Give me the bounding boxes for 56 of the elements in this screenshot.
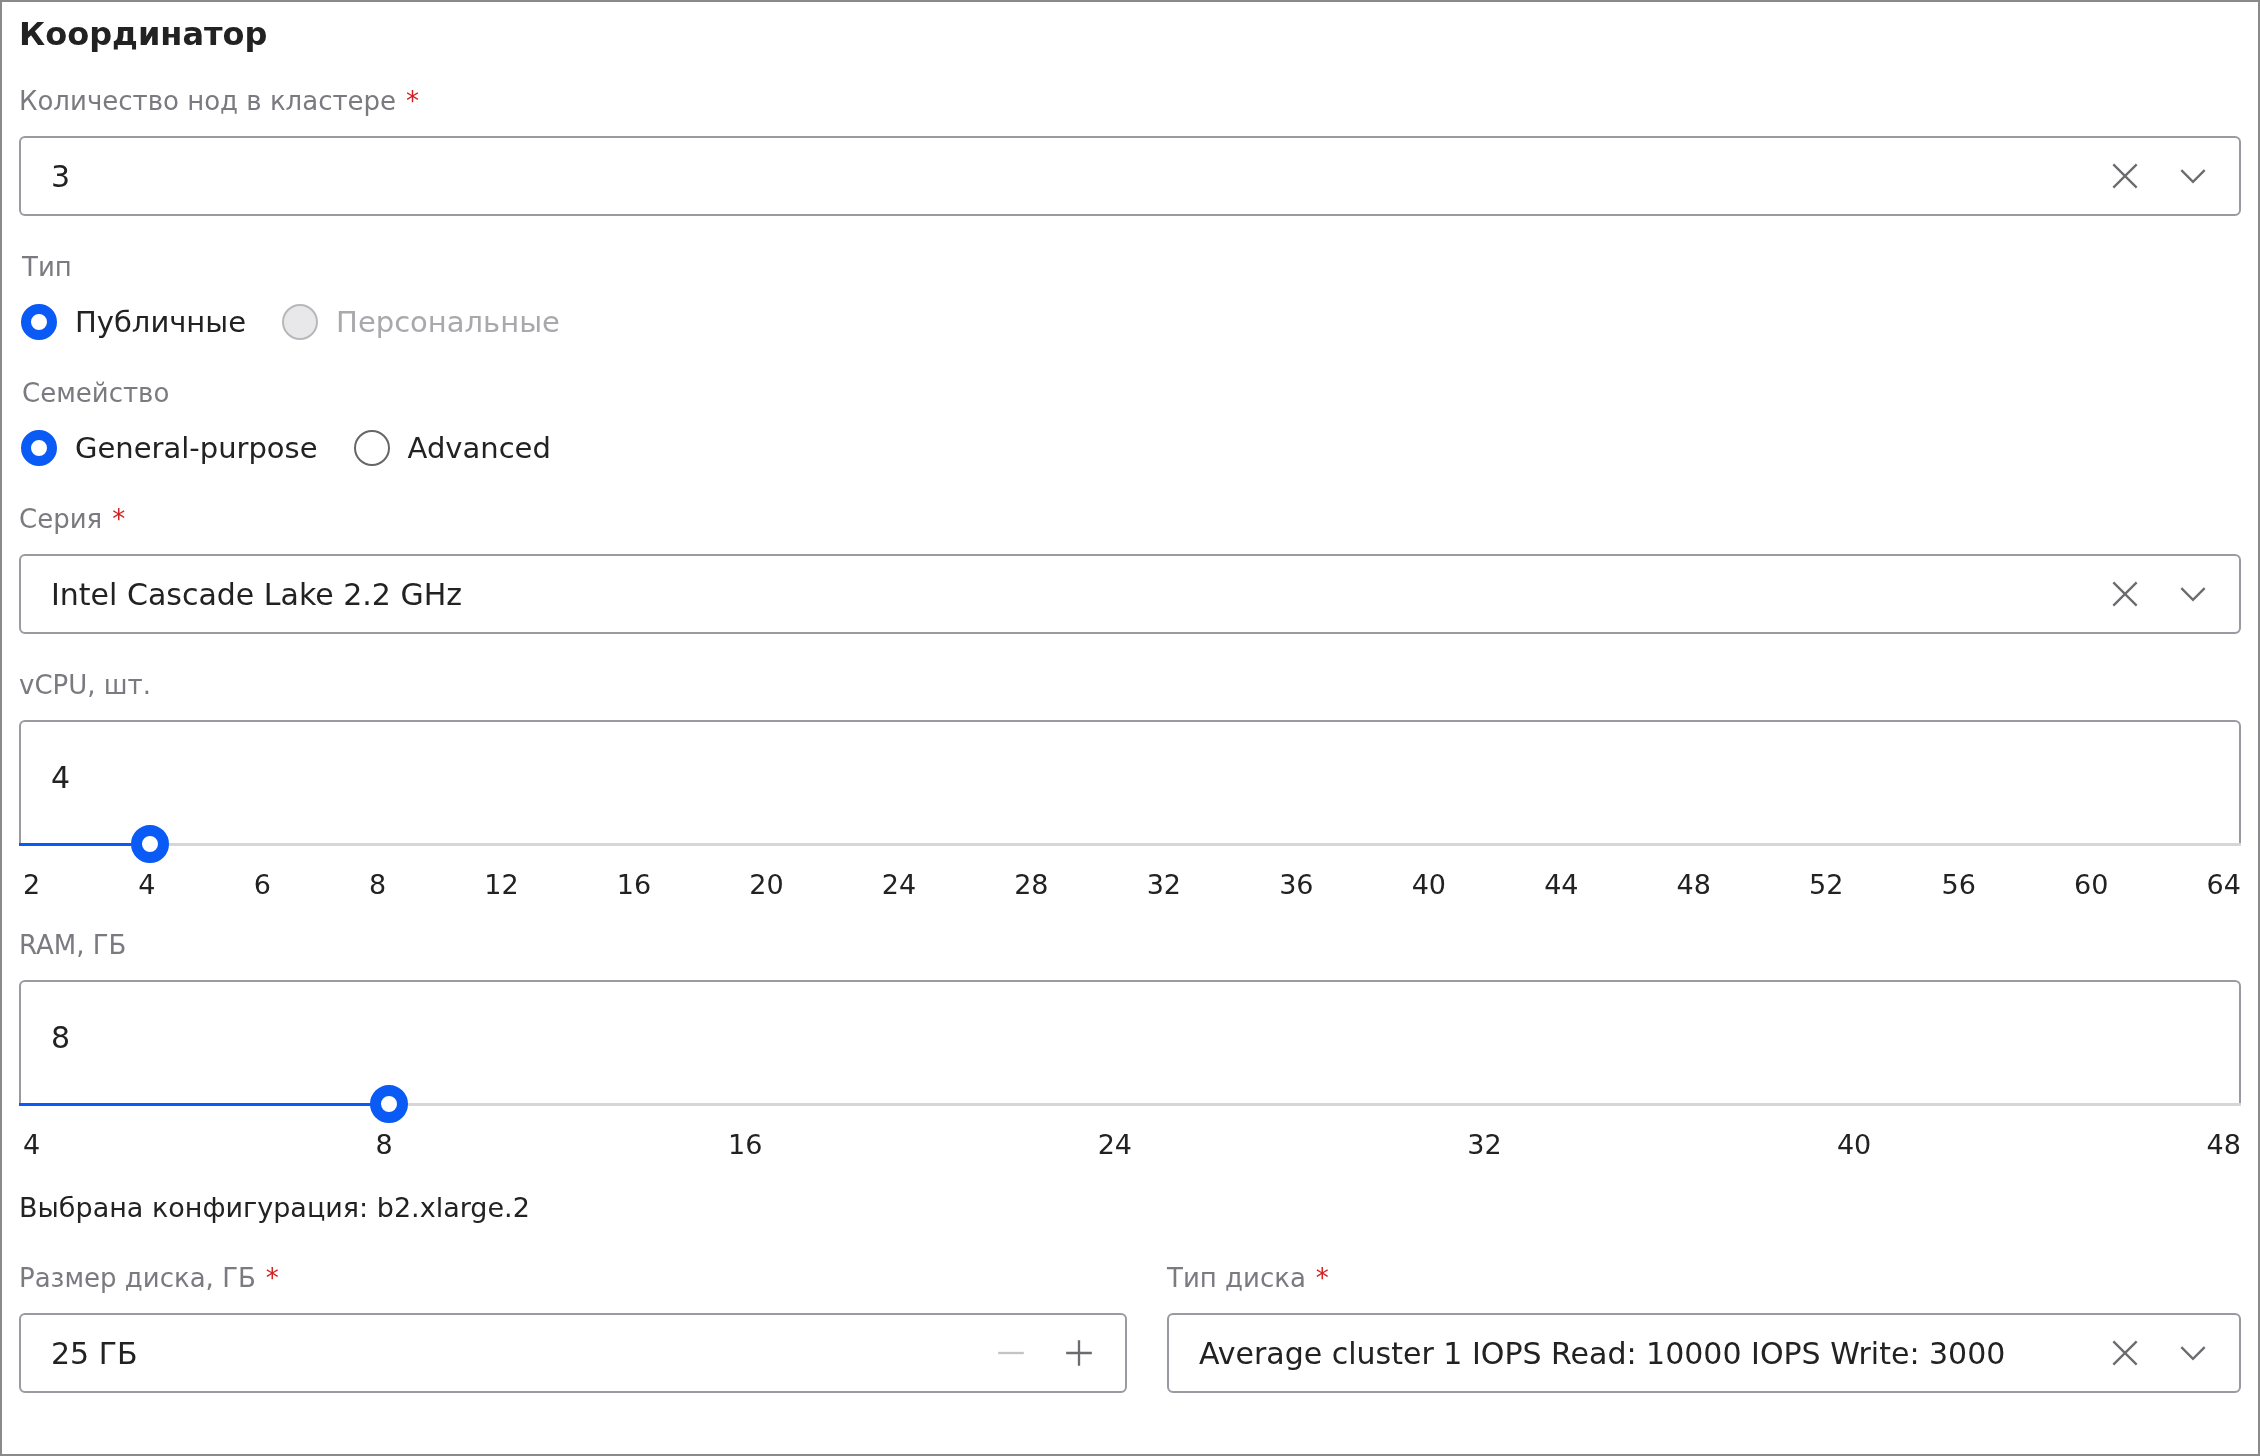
radio-label[interactable]: Advanced	[407, 431, 551, 465]
number-field[interactable]: 25 ГБ	[19, 1313, 1127, 1393]
required-mark: *	[112, 504, 126, 534]
clear-icon[interactable]	[2111, 1339, 2139, 1367]
tick-label: 48	[2206, 1129, 2241, 1160]
required-mark: *	[1315, 1263, 1329, 1293]
slider-thumb[interactable]	[130, 825, 169, 863]
tick-label: 48	[1676, 869, 1711, 900]
clear-icon[interactable]	[2111, 580, 2139, 608]
field-label: vCPU, шт.	[19, 670, 151, 700]
select-field[interactable]: Average cluster 1 IOPS Read: 10000 IOPS Write: 3000	[1167, 1313, 2241, 1393]
tick-label: 24	[881, 869, 917, 900]
group-label: Тип	[22, 252, 72, 282]
tick-label: 16	[727, 1129, 763, 1160]
tick-label: 32	[1146, 869, 1182, 900]
tick-label: 44	[1544, 869, 1579, 900]
configuration-text: Выбрана конфигурация: b2.xlarge.2	[19, 1192, 531, 1223]
tick-label: 52	[1809, 869, 1844, 900]
group-label: Семейство	[22, 378, 170, 408]
radio-label[interactable]: Публичные	[75, 305, 247, 339]
field-label: Размер диска, ГБ	[19, 1263, 256, 1293]
required-mark: *	[265, 1263, 279, 1293]
tick-label: 4	[23, 1129, 41, 1160]
tick-label: 20	[749, 869, 784, 900]
tick-label: 60	[2074, 869, 2109, 900]
field-label: Количество нод в кластере	[19, 86, 397, 116]
radio-label[interactable]: General-purpose	[75, 431, 318, 465]
slider-thumb[interactable]	[370, 1085, 409, 1123]
radio-label: Персональные	[336, 305, 560, 339]
clear-icon[interactable]	[2111, 162, 2139, 190]
required-mark: *	[406, 86, 420, 116]
radio-button[interactable]	[353, 430, 390, 466]
tick-label: 56	[1941, 869, 1976, 900]
tick-label: 6	[253, 869, 271, 900]
tick-label: 8	[368, 869, 387, 900]
field-label: Серия	[19, 504, 103, 534]
select-field[interactable]: Intel Cascade Lake 2.2 GHz	[19, 554, 2241, 634]
tick-label: 28	[1014, 869, 1049, 900]
radio-button[interactable]	[21, 304, 57, 340]
select-field[interactable]: 3	[19, 136, 2241, 216]
tick-label: 40	[1836, 1129, 1872, 1160]
tick-label: 16	[616, 869, 652, 900]
tick-label: 32	[1467, 1129, 1502, 1160]
tick-label: 24	[1097, 1129, 1132, 1160]
tick-label: 2	[23, 869, 41, 900]
section-title: Координатор	[19, 14, 269, 55]
tick-label: 64	[2206, 869, 2241, 900]
plus-icon[interactable]	[1065, 1339, 1093, 1367]
field-label: Тип диска	[1167, 1263, 1306, 1293]
tick-label: 8	[375, 1129, 393, 1160]
field-label: RAM, ГБ	[19, 930, 127, 960]
tick-label: 12	[484, 869, 519, 900]
tick-label: 40	[1411, 869, 1446, 900]
tick-label: 4	[138, 869, 156, 900]
radio-button[interactable]	[21, 430, 57, 466]
tick-label: 36	[1279, 869, 1314, 900]
